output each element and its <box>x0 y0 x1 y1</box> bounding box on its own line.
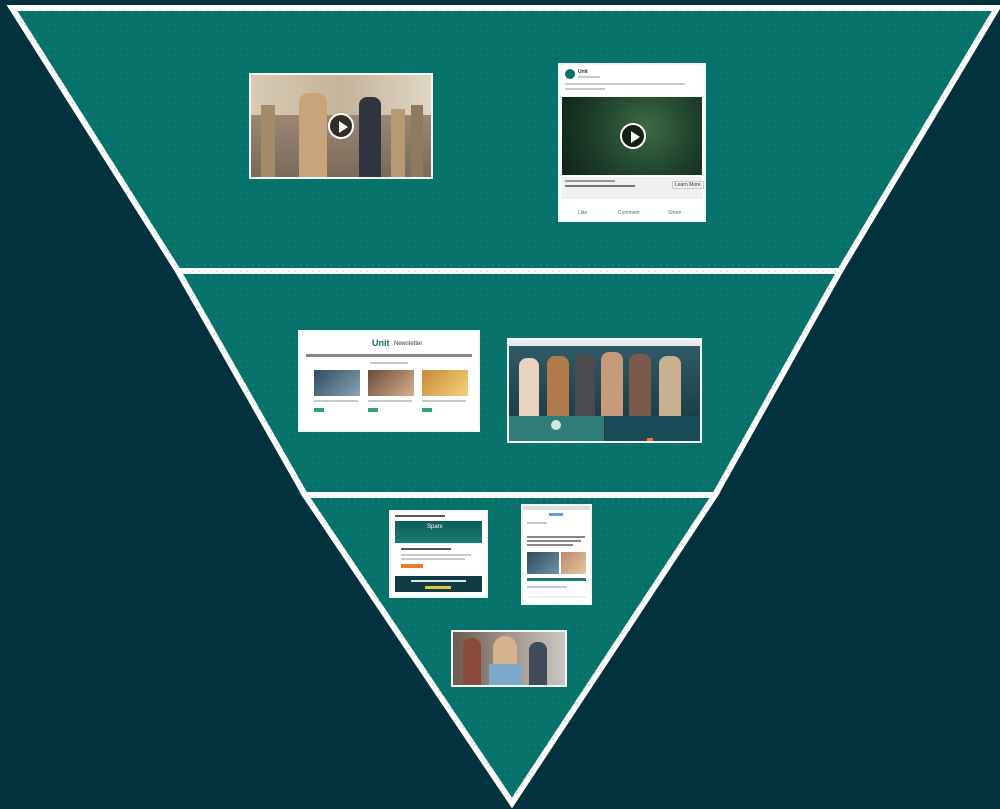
post-author: Unit <box>578 69 588 75</box>
share-button[interactable]: Share <box>668 210 681 216</box>
video-area <box>562 97 702 175</box>
newsletter-title: Newsletter <box>394 341 423 347</box>
newsletter-webpage-thumbnail: Unit Newsletter <box>300 332 478 430</box>
comment-button[interactable]: Comment <box>618 210 640 216</box>
avatar <box>565 69 575 79</box>
social-video-post-thumbnail: Unit Learn More Like Comment Share <box>560 65 704 220</box>
play-icon[interactable] <box>620 123 646 149</box>
like-button[interactable]: Like <box>578 210 587 216</box>
play-icon[interactable] <box>328 113 354 139</box>
email-thumbnail: Sparx <box>391 512 486 596</box>
funnel-diagram: Unit Learn More Like Comment Share Unit … <box>0 0 1000 809</box>
office-photo-thumbnail <box>453 632 565 685</box>
newsletter-logo: Unit <box>372 338 390 348</box>
mobile-article-thumbnail <box>523 506 590 603</box>
website-hero-thumbnail <box>509 340 700 441</box>
learn-more-button[interactable]: Learn More <box>672 181 704 189</box>
funnel-shape <box>6 5 1000 809</box>
video-still-thumbnail <box>251 75 431 177</box>
email-header-logo: Sparx <box>427 524 443 530</box>
